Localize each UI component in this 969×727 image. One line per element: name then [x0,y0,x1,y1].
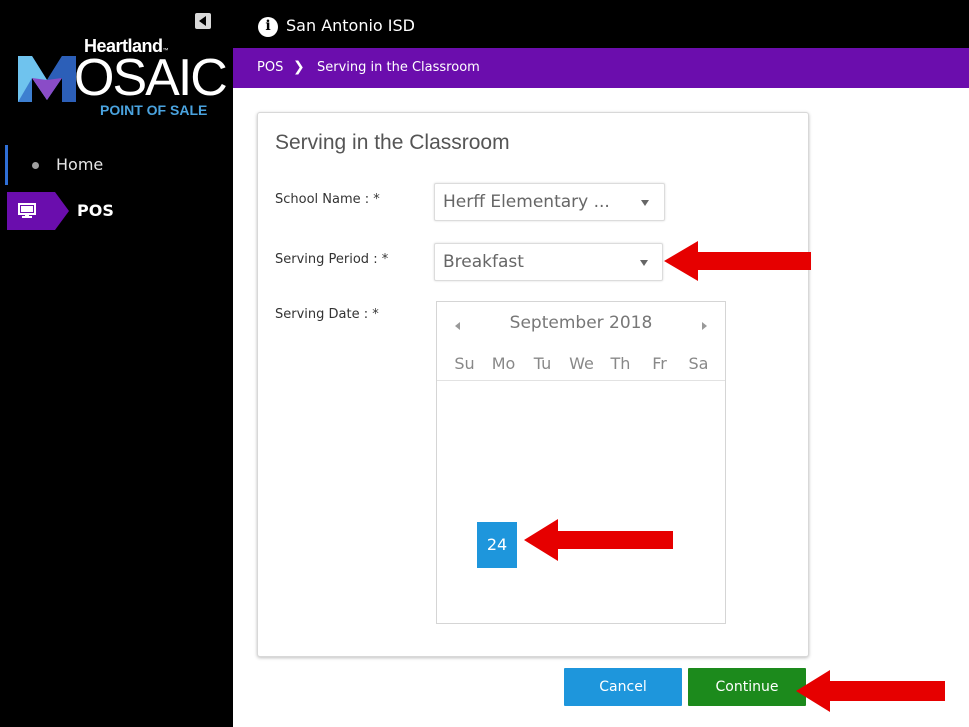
next-month-icon[interactable] [702,322,707,330]
weekday-label: Tu [533,354,552,373]
school-name-select[interactable]: Herff Elementary ... [434,183,665,221]
cancel-button[interactable]: Cancel [564,668,682,706]
mosaic-logo: Heartland™ OSAIC POINT OF SALE [14,36,228,122]
red-arrow-icon [796,670,945,712]
top-bar: San Antonio ISD [233,0,969,48]
breadcrumb-current: Serving in the Classroom [317,60,480,75]
serving-period-select[interactable]: Breakfast [434,243,663,281]
red-arrow-icon [524,519,673,561]
page-title: Serving in the Classroom [275,131,510,154]
weekday-header: Su Mo Tu We Th Fr Sa [445,354,721,373]
calendar-divider [437,380,725,381]
breadcrumb: POS ❯ Serving in the Classroom [233,48,969,88]
monitor-icon [18,203,36,218]
serving-period-value: Breakfast [443,252,524,272]
serving-date-label: Serving Date : * [275,307,379,322]
sidebar: Heartland™ OSAIC POINT OF SALE Home POS [0,0,233,727]
weekday-label: Fr [652,354,667,373]
chevron-down-icon [640,260,648,266]
active-tab [7,192,69,230]
logo-wordmark: OSAIC [74,49,228,107]
weekday-label: Su [454,354,475,373]
chevron-down-icon [641,200,649,206]
calendar-month[interactable]: September 2018 [437,313,725,333]
serving-period-label: Serving Period : * [275,252,389,267]
red-arrow-icon [664,241,811,281]
school-name-value: Herff Elementary ... [443,192,610,212]
sidebar-item-label: POS [77,201,114,220]
sidebar-item-pos[interactable]: POS [7,192,233,230]
weekday-label: Sa [688,354,709,373]
logo-m-mark [18,56,76,102]
calendar-day-selected[interactable]: 24 [477,522,517,568]
weekday-label: Th [610,354,631,373]
serving-form-card: Serving in the Classroom School Name : *… [257,112,809,657]
sidebar-item-label: Home [56,155,104,174]
continue-button[interactable]: Continue [688,668,806,706]
weekday-label: Mo [491,354,516,373]
breadcrumb-root[interactable]: POS [257,60,283,75]
collapse-sidebar-icon[interactable] [195,13,211,29]
date-picker: September 2018 Su Mo Tu We Th Fr Sa 24 [436,301,726,624]
bullet-icon [32,162,39,169]
logo-subtitle: POINT OF SALE [100,102,208,118]
district-name: San Antonio ISD [286,16,415,35]
active-indicator [5,145,8,185]
weekday-label: We [569,354,594,373]
sidebar-item-home[interactable]: Home [0,145,233,185]
chevron-right-icon: ❯ [293,59,305,75]
info-icon[interactable] [258,17,278,37]
school-name-label: School Name : * [275,192,380,207]
